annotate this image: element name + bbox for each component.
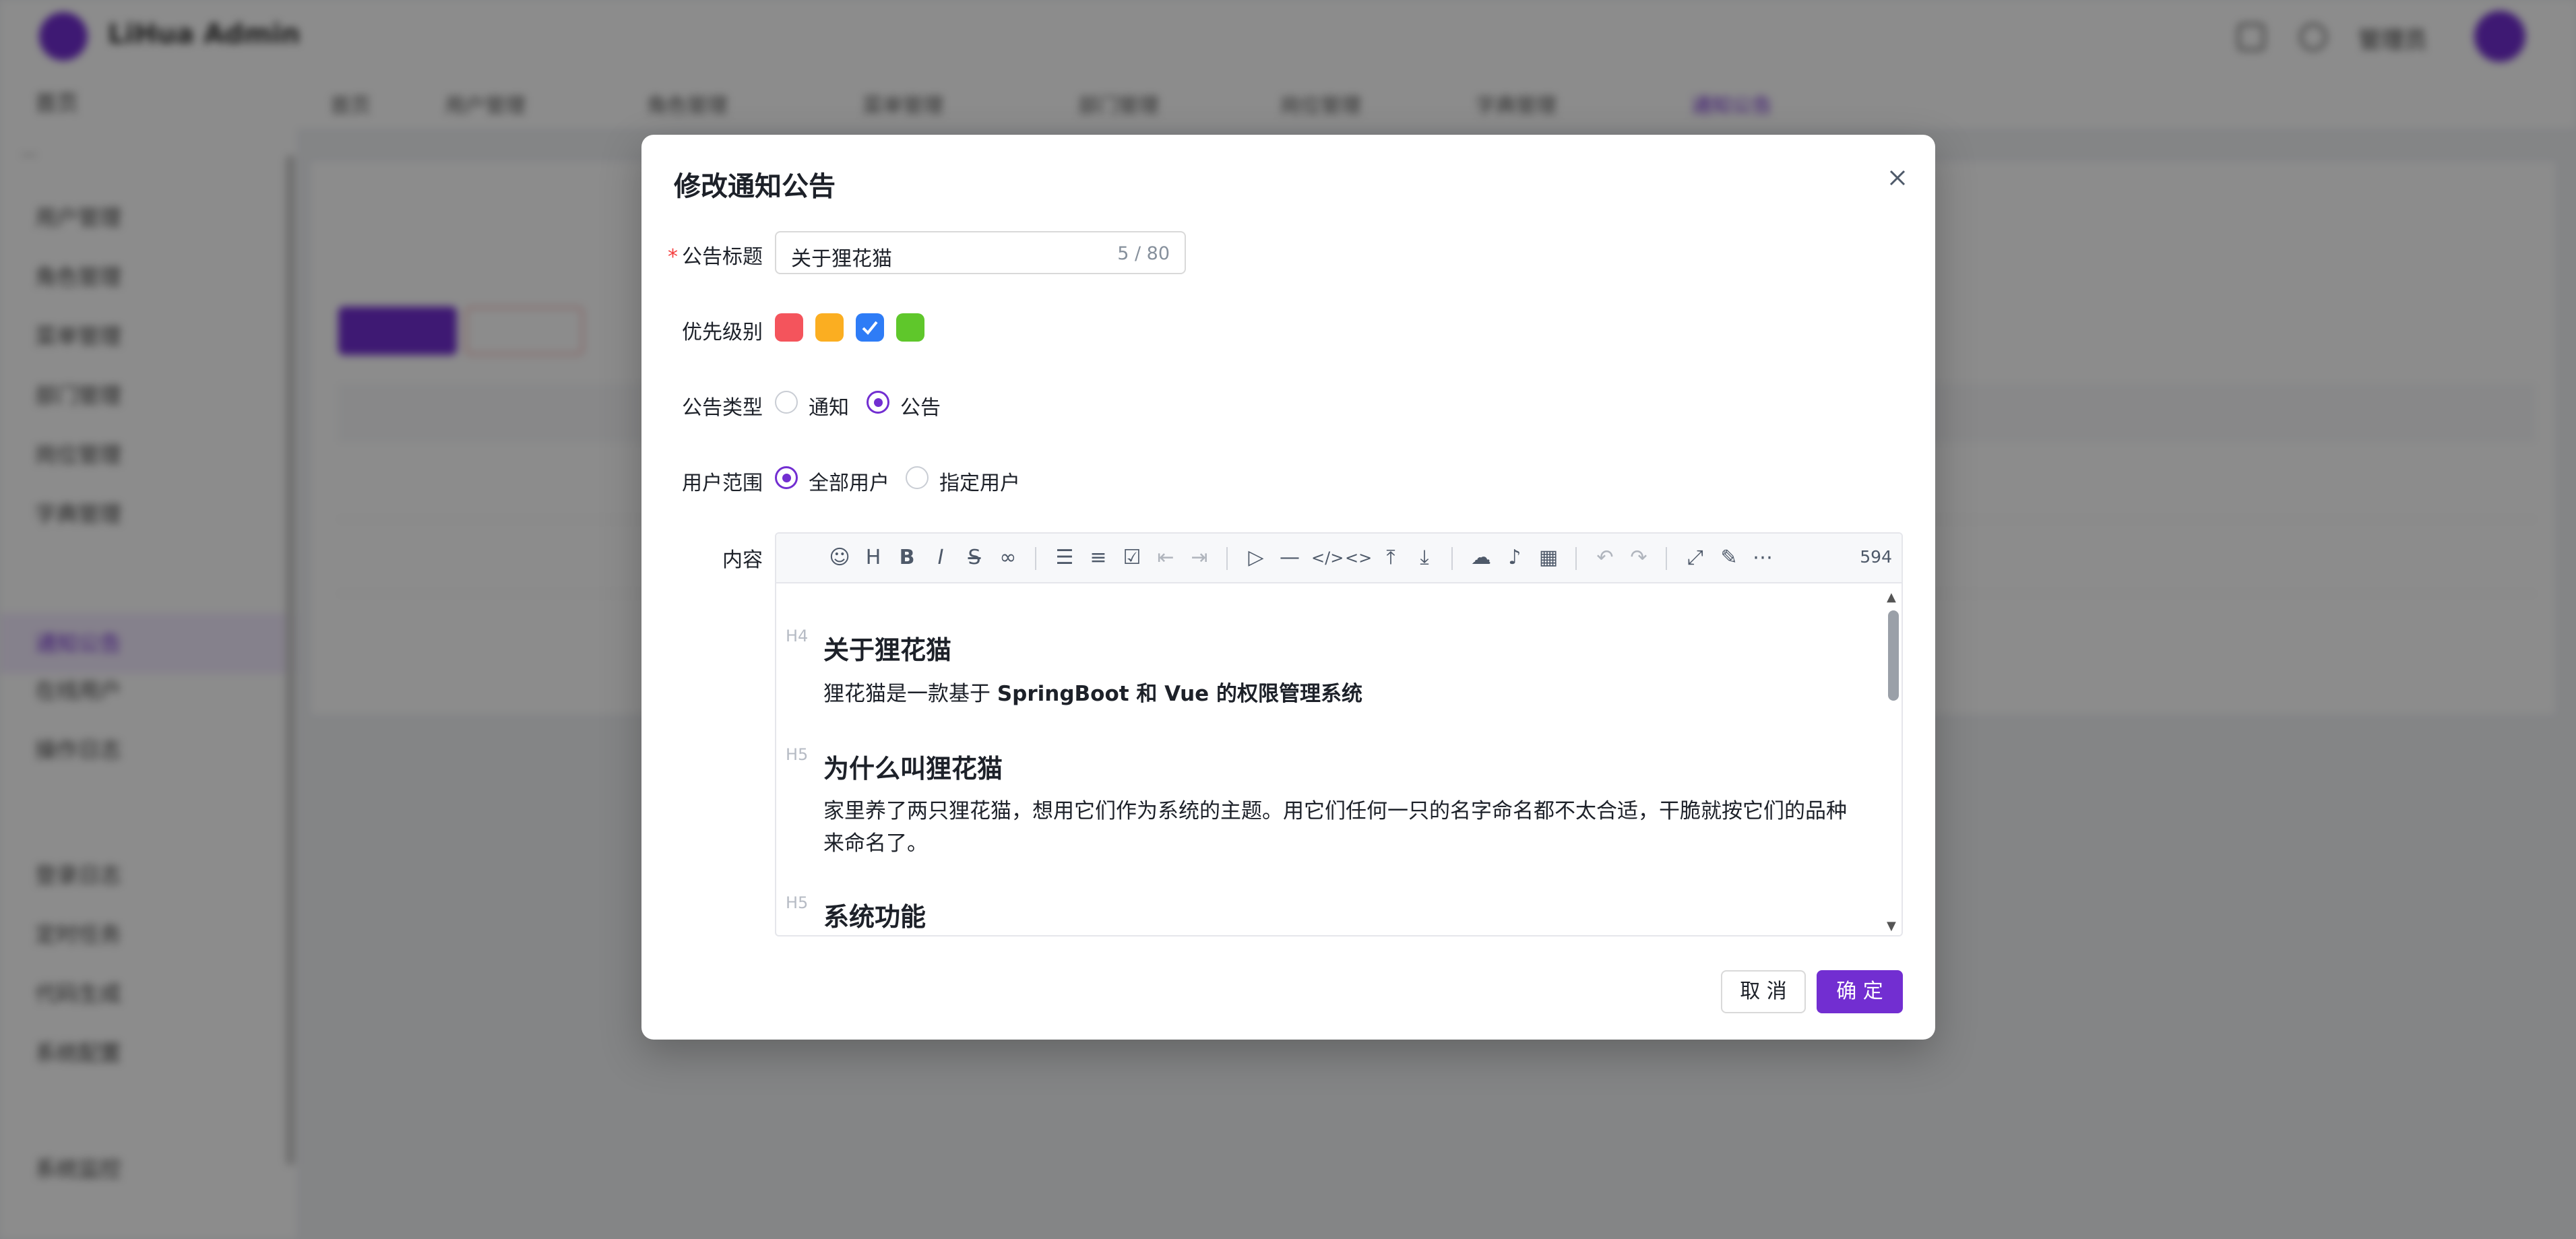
type-notice-label[interactable]: 通知: [809, 391, 849, 420]
priority-green-swatch[interactable]: [896, 313, 924, 342]
heading-why-name: 为什么叫狸花猫: [823, 754, 1003, 784]
scope-specific-label[interactable]: 指定用户: [939, 466, 1020, 496]
heading-features: 系统功能: [823, 902, 926, 932]
toolbar-divider: [1035, 547, 1036, 570]
heading-icon[interactable]: H: [861, 546, 885, 570]
bullet-list-icon[interactable]: ☰: [1053, 546, 1077, 570]
close-icon[interactable]: [1883, 163, 1912, 193]
scope-all-label[interactable]: 全部用户: [809, 466, 889, 496]
link-icon[interactable]: ∞: [996, 546, 1020, 570]
cancel-button[interactable]: 取 消: [1721, 970, 1806, 1013]
markdown-editor: ☺ H B I S ∞ ☰ ≡ ☑ ⇤ ⇥ ▷ — </> <> ⤒ ⤓ ☁ ♪…: [775, 532, 1903, 936]
scroll-up-icon[interactable]: ▲: [1887, 590, 1896, 604]
sup-icon[interactable]: ⤒: [1379, 546, 1403, 570]
type-notice-radio[interactable]: [775, 391, 798, 414]
type-announcement-radio[interactable]: [867, 391, 889, 414]
edit-mode-icon[interactable]: ✎: [1717, 546, 1741, 570]
table-icon[interactable]: ▦: [1536, 546, 1561, 570]
toolbar-divider: [1451, 547, 1453, 570]
editor-scrollbar-thumb[interactable]: [1888, 610, 1899, 701]
heading-about: 关于狸花猫: [823, 635, 952, 665]
code-block-icon[interactable]: </>: [1311, 546, 1344, 570]
heading-marker: H5: [786, 893, 809, 912]
paragraph-intro: 狸花猫是一款基于 SpringBoot 和 Vue 的权限管理系统: [823, 678, 1848, 710]
checklist-icon[interactable]: ☑: [1120, 546, 1144, 570]
priority-blue-swatch[interactable]: [856, 313, 884, 342]
sub-icon[interactable]: ⤓: [1412, 546, 1437, 570]
type-label: 公告类型: [682, 396, 763, 420]
scope-specific-radio[interactable]: [906, 466, 929, 489]
content-label: 内容: [722, 548, 763, 572]
confirm-button[interactable]: 确 定: [1817, 970, 1903, 1013]
dialog-title: 修改通知公告: [674, 171, 836, 202]
priority-label: 优先级别: [682, 321, 763, 344]
more-icon[interactable]: ⋯: [1751, 546, 1775, 570]
scope-all-radio[interactable]: [775, 466, 798, 489]
strikethrough-icon[interactable]: S: [962, 546, 986, 570]
word-count: 594: [1860, 547, 1892, 567]
bold-icon[interactable]: B: [895, 546, 919, 570]
outdent-icon[interactable]: ⇤: [1154, 546, 1178, 570]
ordered-list-icon[interactable]: ≡: [1086, 546, 1110, 570]
check-icon: [862, 321, 878, 335]
quote-icon[interactable]: ▷: [1244, 546, 1268, 570]
priority-orange-swatch[interactable]: [815, 313, 844, 342]
editor-toolbar: ☺ H B I S ∞ ☰ ≡ ☑ ⇤ ⇥ ▷ — </> <> ⤒ ⤓ ☁ ♪…: [776, 534, 1902, 583]
paragraph-intro-bold: SpringBoot 和 Vue 的权限管理系统: [997, 682, 1362, 706]
edit-notice-dialog: 修改通知公告 * 公告标题 关于狸花猫 5 / 80 优先级别 公告类型 通知 公…: [641, 135, 1935, 1040]
priority-red-swatch[interactable]: [775, 313, 803, 342]
editor-content[interactable]: H4 关于狸花猫 狸花猫是一款基于 SpringBoot 和 Vue 的权限管理…: [776, 583, 1881, 935]
upload-icon[interactable]: ☁: [1469, 546, 1493, 570]
fullscreen-icon[interactable]: ⤢: [1683, 546, 1707, 570]
paragraph-why-name: 家里养了两只狸花猫，想用它们作为系统的主题。用它们任何一只的名字命名都不太合适，…: [823, 799, 1847, 856]
undo-icon[interactable]: ↶: [1593, 546, 1617, 570]
heading-marker: H4: [786, 627, 809, 645]
indent-icon[interactable]: ⇥: [1187, 546, 1212, 570]
heading-marker: H5: [786, 745, 809, 764]
redo-icon[interactable]: ↷: [1627, 546, 1651, 570]
scope-label: 用户范围: [682, 472, 763, 495]
title-input-value: 关于狸花猫: [791, 247, 892, 271]
emoji-icon[interactable]: ☺: [827, 546, 852, 570]
inline-code-icon[interactable]: <>: [1345, 546, 1372, 570]
paragraph-intro-text: 狸花猫是一款基于: [823, 682, 997, 706]
horizontal-rule-icon[interactable]: —: [1278, 546, 1302, 570]
toolbar-divider: [1226, 547, 1228, 570]
title-label-text: 公告标题: [682, 245, 763, 269]
type-announcement-label[interactable]: 公告: [900, 391, 941, 420]
toolbar-divider: [1666, 547, 1667, 570]
title-input[interactable]: 关于狸花猫 5 / 80: [775, 231, 1186, 274]
audio-icon[interactable]: ♪: [1503, 546, 1527, 570]
title-char-count: 5 / 80: [1117, 243, 1170, 264]
toolbar-divider: [1575, 547, 1577, 570]
scroll-down-icon[interactable]: ▼: [1887, 919, 1896, 933]
title-label: * 公告标题: [668, 245, 763, 269]
italic-icon[interactable]: I: [929, 546, 953, 570]
